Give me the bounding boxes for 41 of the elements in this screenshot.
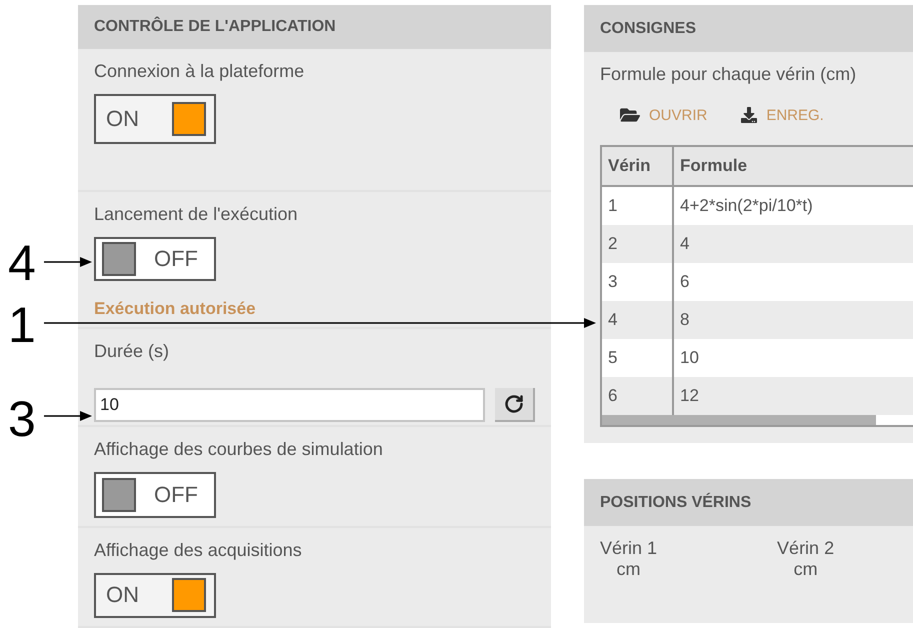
setting-label: Durée (s) (94, 340, 170, 362)
refresh-button[interactable] (495, 388, 535, 422)
table-cell: 2 (602, 225, 673, 263)
callout-arrow (44, 410, 92, 422)
callout-number: 3 (8, 394, 36, 444)
table-cell: 4 (673, 225, 913, 263)
column-header: Formule (673, 147, 913, 186)
actuator-name: Vérin 1 (600, 538, 658, 559)
toggle-switch[interactable]: ON (94, 94, 216, 144)
table-cell: 6 (602, 377, 673, 415)
callout-arrow (44, 256, 92, 268)
description-text: Formule pour chaque vérin (cm) (599, 63, 858, 85)
setting-label: Connexion à la plateforme (94, 61, 306, 82)
panel-title: CONTRÔLE DE L'APPLICATION (78, 5, 551, 50)
table-cell: 4 (602, 301, 673, 339)
callout-number: 1 (8, 300, 36, 350)
table-cell: 3 (602, 263, 673, 301)
table-cell: 1 (602, 186, 673, 225)
setting-label: Affichage des acquisitions (94, 540, 303, 561)
table-cell: 5 (602, 339, 673, 377)
toggle-switch[interactable]: OFF (94, 237, 216, 281)
table-cell: 12 (673, 377, 913, 415)
setting-label: Lancement de l'exécution (94, 204, 299, 226)
table-cell: 10 (673, 339, 913, 377)
actuator-name: Vérin 2 (777, 538, 834, 559)
toggle-switch[interactable]: OFF (94, 472, 216, 518)
callout-number: 4 (8, 238, 36, 288)
table-cell: 8 (673, 301, 913, 339)
refresh-icon (504, 394, 524, 414)
table-cell: 6 (673, 263, 913, 301)
panel-title: POSITIONS VÉRINS (584, 479, 913, 526)
download-icon (741, 107, 758, 123)
column-header: Vérin (602, 147, 673, 186)
duration-field[interactable]: 10 (94, 388, 486, 422)
status-text: Exécution autorisée (94, 298, 257, 319)
unit-text: cm (616, 559, 641, 580)
setting-label: Affichage des courbes de simulation (94, 439, 384, 460)
panel-title: CONSIGNES (584, 5, 913, 52)
table-cell: 4+2*sin(2*pi/10*t) (673, 186, 913, 225)
toggle-switch[interactable]: ON (94, 572, 216, 618)
unit-text: cm (794, 559, 818, 580)
